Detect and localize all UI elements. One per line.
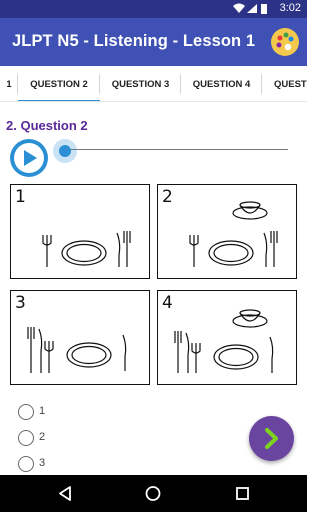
table-setting-cutlery-left-icon <box>27 327 127 373</box>
question-tabs: 1 QUESTION 2 QUESTION 3 QUESTION 4 QUEST… <box>0 66 307 102</box>
answer-option-2[interactable]: 2 <box>18 428 78 448</box>
play-icon <box>14 143 44 173</box>
picture-option-2[interactable]: 2 <box>157 184 297 279</box>
option-label: 1 <box>39 405 46 417</box>
tab-label: QUESTION 2 <box>30 78 88 90</box>
status-icons <box>233 3 267 14</box>
tab-label: QUESTION 4 <box>192 78 251 90</box>
status-time: 3:02 <box>279 2 301 14</box>
tab-question-2[interactable]: QUESTION 2 <box>18 66 100 101</box>
question-title: 2. Question 2 <box>6 118 88 133</box>
palette-icon[interactable] <box>271 28 299 56</box>
chevron-right-icon <box>265 428 278 449</box>
table-setting-cup-plate-icon <box>189 201 278 267</box>
option-label: 2 <box>39 431 46 443</box>
tab-label: 1 <box>6 78 12 90</box>
answer-option-3[interactable]: 3 <box>18 454 78 474</box>
radio-button[interactable] <box>18 456 34 472</box>
system-navigation-bar <box>0 475 307 512</box>
picture-option-4[interactable]: 4 <box>157 290 297 385</box>
audio-seekbar[interactable] <box>62 149 288 150</box>
home-icon[interactable] <box>145 486 161 501</box>
radio-button[interactable] <box>18 430 34 446</box>
tab-question-3[interactable]: QUESTION 3 <box>100 66 181 101</box>
table-setting-cup-cutlery-left-icon <box>174 309 274 373</box>
answer-option-1[interactable]: 1 <box>18 402 78 422</box>
app-bar: JLPT N5 - Listening - Lesson 1 <box>0 18 307 66</box>
back-icon[interactable] <box>59 486 71 501</box>
radio-button[interactable] <box>18 404 34 420</box>
play-button[interactable] <box>10 139 48 177</box>
tab-question-4[interactable]: QUESTION 4 <box>181 66 262 101</box>
recents-icon[interactable] <box>236 487 249 500</box>
tab-label: QUESTION 3 <box>111 78 170 90</box>
seekbar-thumb[interactable] <box>53 139 77 163</box>
tab-question-1[interactable]: 1 <box>0 66 18 101</box>
picture-option-3[interactable]: 3 <box>10 290 150 385</box>
tab-label: QUESTI <box>274 78 307 90</box>
option-label: 3 <box>39 457 46 469</box>
status-bar: 3:02 <box>0 0 307 18</box>
table-setting-fork-plate-knife-icon <box>42 231 131 267</box>
app-title: JLPT N5 - Listening - Lesson 1 <box>12 32 256 50</box>
picture-option-1[interactable]: 1 <box>10 184 150 279</box>
next-button[interactable] <box>249 416 294 461</box>
tab-question-5[interactable]: QUESTI <box>262 66 307 101</box>
